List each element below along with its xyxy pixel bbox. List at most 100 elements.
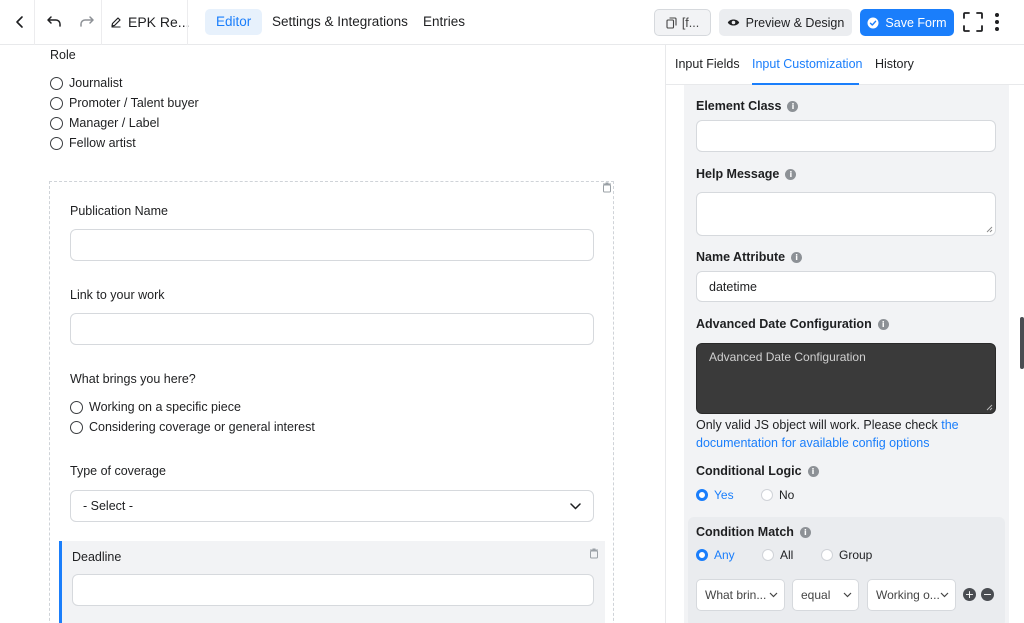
rule-value-select[interactable]: Working o... bbox=[867, 579, 956, 611]
toolbar-divider bbox=[187, 0, 188, 45]
tab-input-customization[interactable]: Input Customization bbox=[752, 57, 862, 71]
match-any-label: Any bbox=[714, 548, 735, 562]
info-icon[interactable]: i bbox=[799, 526, 811, 538]
dot bbox=[995, 27, 999, 31]
brings-label: What brings you here? bbox=[70, 372, 196, 386]
scrollbar-thumb[interactable] bbox=[1020, 317, 1024, 369]
help-message-textarea[interactable] bbox=[696, 192, 996, 236]
shortcode-copy-button[interactable]: [f... bbox=[654, 9, 711, 36]
check-circle-icon bbox=[867, 17, 879, 28]
form-name-editor[interactable]: EPK Re... bbox=[110, 14, 189, 30]
resize-handle-icon[interactable] bbox=[986, 226, 993, 233]
conditional-no-label: No bbox=[779, 488, 795, 502]
match-all-radio[interactable]: All bbox=[762, 548, 793, 562]
brings-option-label: Considering coverage or general interest bbox=[89, 420, 315, 434]
form-name: EPK Re... bbox=[128, 14, 190, 30]
save-label: Save Form bbox=[885, 15, 947, 30]
radio-circle bbox=[50, 116, 63, 130]
element-class-text: Element Class bbox=[696, 99, 782, 113]
help-message-text: Help Message bbox=[696, 167, 780, 181]
coverage-select[interactable]: - Select - bbox=[70, 490, 594, 522]
tab-history[interactable]: History bbox=[875, 57, 914, 71]
fullscreen-icon bbox=[963, 12, 983, 32]
match-group-radio[interactable]: Group bbox=[821, 548, 872, 562]
name-attribute-text: Name Attribute bbox=[696, 250, 786, 264]
preview-label: Preview & Design bbox=[745, 15, 845, 30]
deadline-input[interactable] bbox=[72, 574, 594, 606]
chevron-down-icon bbox=[940, 592, 949, 598]
tab-input-fields[interactable]: Input Fields bbox=[675, 57, 740, 71]
dot bbox=[995, 13, 999, 17]
name-attribute-label: Name Attribute i bbox=[696, 250, 803, 264]
more-options-button[interactable] bbox=[991, 11, 1003, 33]
publication-name-input[interactable] bbox=[70, 229, 594, 261]
toolbar-divider bbox=[101, 0, 102, 45]
role-option-journalist[interactable]: Journalist bbox=[50, 76, 123, 90]
undo-button[interactable] bbox=[42, 10, 66, 34]
conditional-no-radio[interactable]: No bbox=[761, 488, 794, 502]
tab-settings-integrations[interactable]: Settings & Integrations bbox=[261, 9, 419, 35]
info-icon[interactable]: i bbox=[877, 318, 889, 330]
rule-operator-select[interactable]: equal bbox=[792, 579, 859, 611]
copy-icon bbox=[666, 16, 677, 29]
back-button[interactable] bbox=[8, 10, 32, 34]
info-icon[interactable]: i bbox=[787, 100, 799, 112]
add-rule-button[interactable]: + bbox=[963, 588, 976, 601]
top-toolbar: EPK Re... Editor Settings & Integrations… bbox=[0, 0, 1024, 45]
radio-circle bbox=[70, 400, 83, 414]
chevron-down-icon bbox=[769, 592, 778, 598]
brings-option-general-interest[interactable]: Considering coverage or general interest bbox=[70, 420, 315, 434]
element-class-label: Element Class i bbox=[696, 99, 799, 113]
rule-value-value: Working o... bbox=[876, 588, 940, 602]
info-icon[interactable]: i bbox=[791, 251, 803, 263]
adv-date-help-text: Only valid JS object will work. Please c… bbox=[696, 416, 996, 452]
note-text: Only valid JS object will work. Please c… bbox=[696, 418, 942, 432]
remove-rule-button[interactable]: − bbox=[981, 588, 994, 601]
tab-editor[interactable]: Editor bbox=[205, 9, 263, 35]
panel-tabs: Input Fields Input Customization History bbox=[666, 45, 1024, 85]
undo-icon bbox=[47, 16, 61, 27]
role-option-manager[interactable]: Manager / Label bbox=[50, 116, 159, 130]
delete-field-icon[interactable] bbox=[589, 548, 599, 559]
conditional-yes-radio[interactable]: Yes bbox=[696, 488, 734, 502]
match-all-label: All bbox=[780, 548, 794, 562]
redo-icon bbox=[80, 16, 94, 27]
brings-option-specific-piece[interactable]: Working on a specific piece bbox=[70, 400, 241, 414]
info-icon[interactable]: i bbox=[785, 168, 797, 180]
coverage-label: Type of coverage bbox=[70, 464, 166, 478]
role-option-promoter[interactable]: Promoter / Talent buyer bbox=[50, 96, 199, 110]
match-any-radio[interactable]: Any bbox=[696, 548, 735, 562]
redo-button[interactable] bbox=[75, 10, 99, 34]
resize-handle-icon[interactable] bbox=[986, 404, 993, 411]
chevron-down-icon bbox=[843, 592, 852, 598]
customization-form: Element Class i Help Message i Name Attrib… bbox=[684, 85, 1009, 623]
preview-design-button[interactable]: Preview & Design bbox=[719, 9, 852, 36]
rule-field-select[interactable]: What brin... bbox=[696, 579, 785, 611]
help-message-label: Help Message i bbox=[696, 167, 797, 181]
adv-date-placeholder: Advanced Date Configuration bbox=[709, 350, 866, 364]
link-input[interactable] bbox=[70, 313, 594, 345]
save-form-button[interactable]: Save Form bbox=[860, 9, 954, 36]
role-label: Role bbox=[50, 48, 76, 62]
fullscreen-button[interactable] bbox=[962, 11, 984, 33]
element-class-input[interactable] bbox=[696, 120, 996, 152]
name-attribute-value: datetime bbox=[709, 279, 757, 294]
match-group-label: Group bbox=[839, 548, 873, 562]
info-icon[interactable]: i bbox=[807, 465, 819, 477]
role-option-fellow-artist[interactable]: Fellow artist bbox=[50, 136, 136, 150]
container-settings-icon[interactable] bbox=[602, 182, 612, 193]
radio-dot bbox=[761, 489, 773, 501]
name-attribute-input[interactable]: datetime bbox=[696, 271, 996, 302]
tab-entries[interactable]: Entries bbox=[412, 9, 476, 35]
adv-date-textarea[interactable]: Advanced Date Configuration bbox=[696, 343, 996, 414]
brings-option-label: Working on a specific piece bbox=[89, 400, 241, 414]
conditional-logic-text: Conditional Logic bbox=[696, 464, 802, 478]
form-editor-canvas: Role Journalist Promoter / Talent buyer … bbox=[0, 45, 665, 623]
rule-field-value: What brin... bbox=[705, 588, 767, 602]
radio-circle bbox=[50, 96, 63, 110]
condition-match-label: Condition Match i bbox=[696, 525, 811, 539]
role-option-label: Manager / Label bbox=[69, 116, 160, 130]
radio-circle bbox=[50, 76, 63, 90]
link-label: Link to your work bbox=[70, 288, 165, 302]
radio-dot bbox=[762, 549, 774, 561]
